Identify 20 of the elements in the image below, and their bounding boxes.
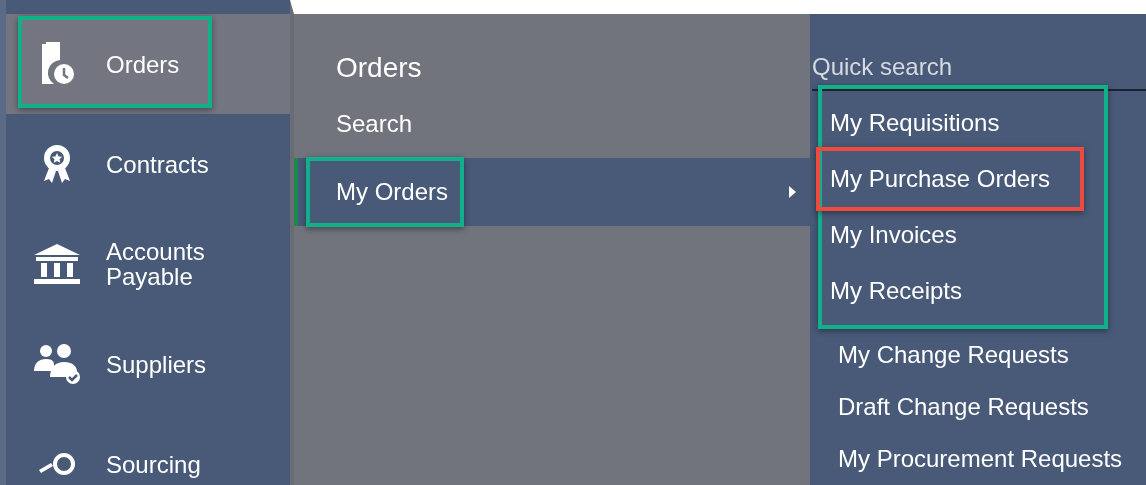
menu-item[interactable]: My Orders: [294, 158, 810, 226]
menu-link[interactable]: My Purchase Orders: [816, 147, 1084, 211]
sidebar-label: Accounts Payable: [106, 239, 206, 289]
document-clock-icon: [40, 41, 74, 87]
sidebar-label: Contracts: [106, 151, 210, 177]
sourcing-icon: [39, 452, 75, 476]
people-check-icon: [32, 343, 82, 385]
sidebar-item[interactable]: Orders: [6, 14, 290, 114]
sidebar-item[interactable]: Sourcing: [6, 414, 290, 485]
sidebar-label: Sourcing: [106, 451, 202, 477]
bank-icon: [32, 243, 82, 285]
sidebar-item[interactable]: Accounts Payable: [6, 214, 290, 314]
search-field[interactable]: Quick search: [812, 44, 1146, 91]
sidebar-label: Suppliers: [106, 351, 208, 377]
caret-icon: [789, 186, 796, 198]
menu-title: Orders: [335, 51, 423, 85]
sidebar-label: Orders: [106, 51, 181, 77]
sidebar-item[interactable]: Contracts: [6, 114, 290, 214]
menu-item[interactable]: Search: [294, 90, 810, 158]
sidebar-item[interactable]: Suppliers: [6, 314, 290, 414]
